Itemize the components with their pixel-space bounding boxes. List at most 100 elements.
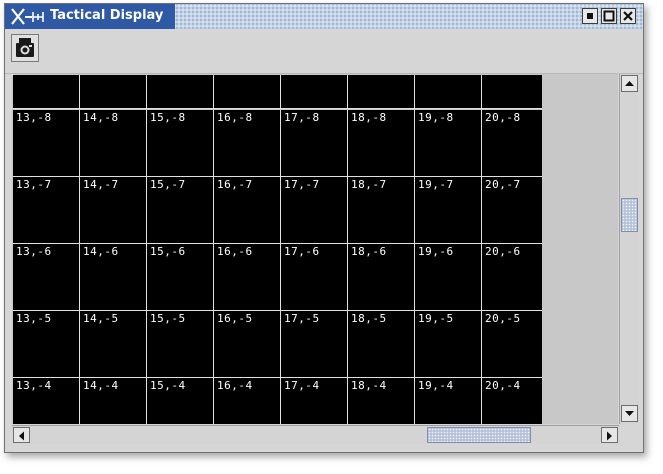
grid-cell[interactable]: 13,-5: [13, 311, 80, 378]
grid-cell-coordinate: 18,-5: [351, 312, 387, 325]
grid-cell[interactable]: [281, 75, 348, 109]
grid-cell[interactable]: [482, 75, 543, 109]
grid-cell-coordinate: 20,-5: [485, 312, 521, 325]
minimize-icon: [587, 13, 593, 19]
grid-cell-coordinate: 14,-4: [83, 379, 119, 392]
grid-cell[interactable]: [214, 75, 281, 109]
grid-cell-coordinate: 16,-6: [217, 245, 253, 258]
grid-cell[interactable]: 15,-7: [147, 177, 214, 244]
grid-cell-coordinate: 15,-4: [150, 379, 186, 392]
grid-cell-coordinate: 19,-4: [418, 379, 454, 392]
grid-cell[interactable]: 19,-8: [415, 110, 482, 177]
grid-cell[interactable]: 16,-6: [214, 244, 281, 311]
grid-cell[interactable]: 16,-5: [214, 311, 281, 378]
grid-cell-coordinate: 16,-4: [217, 379, 253, 392]
maximize-button[interactable]: [601, 8, 617, 24]
grid-cell[interactable]: 17,-4: [281, 378, 348, 424]
grid-cell-coordinate: 14,-8: [83, 111, 119, 124]
grid-cell-coordinate: 20,-4: [485, 379, 521, 392]
grid-cell-coordinate: 20,-6: [485, 245, 521, 258]
tactical-grid-viewport[interactable]: 13,-8 14,-8 15,-8 16,-8 17,-8 18,-8 19,-8 20,-8…: [12, 74, 543, 424]
grid-cell[interactable]: 17,-7: [281, 177, 348, 244]
grid-cell[interactable]: 18,-6: [348, 244, 415, 311]
scrollbar-corner: [619, 425, 639, 444]
grid-cell-coordinate: 17,-6: [284, 245, 320, 258]
close-icon: [623, 11, 633, 21]
window-title: Tactical Display: [50, 8, 164, 23]
grid-cell[interactable]: 19,-7: [415, 177, 482, 244]
grid-cell[interactable]: 15,-8: [147, 110, 214, 177]
grid-cell[interactable]: [147, 75, 214, 109]
grid-cell[interactable]: 18,-5: [348, 311, 415, 378]
app-icon: [11, 8, 44, 25]
grid-cell-coordinate: 17,-8: [284, 111, 320, 124]
grid-cell-coordinate: 13,-5: [16, 312, 52, 325]
grid-cell[interactable]: 20,-6: [482, 244, 543, 311]
grid-cell-coordinate: 15,-8: [150, 111, 186, 124]
arrow-down-icon: [625, 411, 634, 416]
grid-cell[interactable]: 19,-4: [415, 378, 482, 424]
grid-cell[interactable]: [348, 75, 415, 109]
grid-cell[interactable]: 18,-7: [348, 177, 415, 244]
grid-cell-coordinate: 17,-5: [284, 312, 320, 325]
grid-cell[interactable]: 14,-4: [80, 378, 147, 424]
grid-cell[interactable]: 15,-4: [147, 378, 214, 424]
grid-cell[interactable]: 19,-5: [415, 311, 482, 378]
horizontal-scrollbar[interactable]: [12, 425, 619, 444]
minimize-button[interactable]: [582, 8, 598, 24]
camera-icon: [16, 38, 34, 57]
grid-cell-coordinate: 17,-4: [284, 379, 320, 392]
close-button[interactable]: [620, 8, 636, 24]
arrow-up-icon: [625, 81, 634, 86]
grid-cell-coordinate: 14,-7: [83, 178, 119, 191]
horizontal-scroll-thumb[interactable]: [426, 427, 531, 443]
scroll-down-button[interactable]: [621, 405, 638, 422]
grid-cell[interactable]: 17,-6: [281, 244, 348, 311]
scroll-right-button[interactable]: [601, 427, 618, 443]
grid-cell-coordinate: 18,-4: [351, 379, 387, 392]
grid-cell[interactable]: 13,-4: [13, 378, 80, 424]
grid-cell[interactable]: 13,-7: [13, 177, 80, 244]
vertical-scroll-thumb[interactable]: [621, 198, 638, 233]
grid-cell-coordinate: 19,-8: [418, 111, 454, 124]
grid-cell[interactable]: 20,-4: [482, 378, 543, 424]
grid-cell[interactable]: 16,-4: [214, 378, 281, 424]
grid-cell-coordinate: 15,-7: [150, 178, 186, 191]
grid-cell-coordinate: 14,-5: [83, 312, 119, 325]
grid-cell[interactable]: 17,-5: [281, 311, 348, 378]
grid-cell[interactable]: 20,-8: [482, 110, 543, 177]
grid-cell-coordinate: 20,-8: [485, 111, 521, 124]
grid-cell[interactable]: 14,-8: [80, 110, 147, 177]
grid-cell[interactable]: 19,-6: [415, 244, 482, 311]
grid-cell[interactable]: [13, 75, 80, 109]
grid-cell[interactable]: [415, 75, 482, 109]
grid-cell[interactable]: 18,-4: [348, 378, 415, 424]
snapshot-button[interactable]: [11, 34, 39, 62]
grid-cell-coordinate: 14,-6: [83, 245, 119, 258]
title-bar[interactable]: Tactical Display: [5, 4, 643, 29]
grid-cell[interactable]: 14,-5: [80, 311, 147, 378]
vertical-scrollbar[interactable]: [619, 74, 639, 424]
grid-cell[interactable]: 18,-8: [348, 110, 415, 177]
grid-cell-coordinate: 18,-8: [351, 111, 387, 124]
grid-cell-coordinate: 16,-8: [217, 111, 253, 124]
grid-cell-coordinate: 13,-8: [16, 111, 52, 124]
grid-cell[interactable]: 14,-6: [80, 244, 147, 311]
grid-cell[interactable]: 14,-7: [80, 177, 147, 244]
scroll-left-button[interactable]: [13, 427, 30, 443]
grid-cell[interactable]: 20,-7: [482, 177, 543, 244]
grid-cell-coordinate: 19,-5: [418, 312, 454, 325]
arrow-left-icon: [19, 431, 24, 441]
grid-cell[interactable]: 16,-7: [214, 177, 281, 244]
maximize-icon: [603, 10, 615, 22]
grid-cell[interactable]: 16,-8: [214, 110, 281, 177]
grid-cell[interactable]: 20,-5: [482, 311, 543, 378]
scroll-up-button[interactable]: [621, 75, 638, 92]
grid-cell[interactable]: 15,-5: [147, 311, 214, 378]
grid-cell[interactable]: 13,-8: [13, 110, 80, 177]
grid-cell[interactable]: 15,-6: [147, 244, 214, 311]
grid-cell[interactable]: 13,-6: [13, 244, 80, 311]
grid-cell[interactable]: [80, 75, 147, 109]
grid-cell[interactable]: 17,-8: [281, 110, 348, 177]
grid-cell-coordinate: 15,-6: [150, 245, 186, 258]
